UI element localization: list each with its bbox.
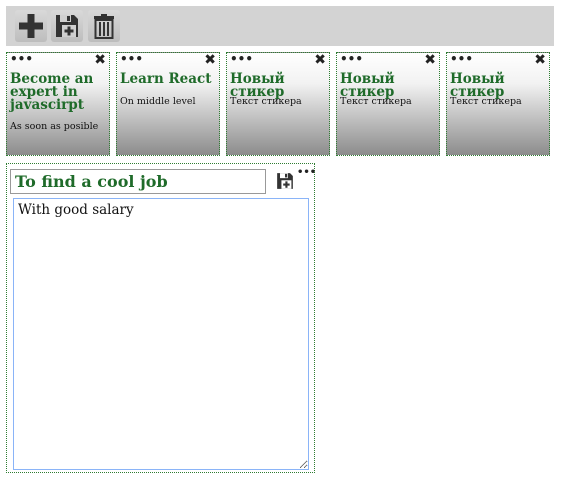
more-icon[interactable]: ••• xyxy=(297,168,316,178)
more-icon[interactable]: ••• xyxy=(10,53,33,65)
close-icon[interactable]: ✖ xyxy=(94,53,106,67)
sticker-text: On middle level xyxy=(120,96,196,107)
sticker-text: As soon as posible xyxy=(10,121,99,132)
more-icon[interactable]: ••• xyxy=(120,53,143,65)
sticker-card[interactable]: ••• ✖ Become an expert in javascirpt As … xyxy=(6,52,110,156)
sticker-text: Текст стикера xyxy=(450,96,522,107)
close-icon[interactable]: ✖ xyxy=(204,53,216,67)
sticker-title: Learn React xyxy=(120,71,212,87)
more-icon[interactable]: ••• xyxy=(450,53,473,65)
save-plus-icon xyxy=(56,15,78,37)
sticker-editor: ••• With good salary xyxy=(6,163,316,473)
sticker-title-input[interactable] xyxy=(10,169,266,194)
save-plus-icon xyxy=(277,173,293,189)
sticker-text-input[interactable]: With good salary xyxy=(13,198,309,470)
sticker-app: ••• ✖ Become an expert in javascirpt As … xyxy=(0,0,561,478)
sticker-card[interactable]: ••• ✖ Новый стикер Текст стикера xyxy=(226,52,330,156)
delete-all-button[interactable] xyxy=(88,10,120,42)
toolbar xyxy=(6,6,554,46)
close-icon[interactable]: ✖ xyxy=(534,53,546,67)
add-sticker-button[interactable] xyxy=(15,10,47,42)
more-icon[interactable]: ••• xyxy=(340,53,363,65)
sticker-card[interactable]: ••• ✖ Новый стикер Текст стикера xyxy=(446,52,550,156)
sticker-card[interactable]: ••• ✖ Learn React On middle level xyxy=(116,52,220,156)
sticker-card[interactable]: ••• ✖ Новый стикер Текст стикера xyxy=(336,52,440,156)
trash-icon xyxy=(94,14,114,39)
sticker-title: Become an expert in javascirpt xyxy=(10,71,94,113)
close-icon[interactable]: ✖ xyxy=(314,53,326,67)
close-icon[interactable]: ✖ xyxy=(424,53,436,67)
save-sticker-button[interactable] xyxy=(275,171,295,191)
plus-icon xyxy=(19,14,43,38)
more-icon[interactable]: ••• xyxy=(230,53,253,65)
sticker-text: Текст стикера xyxy=(340,96,412,107)
sticker-text: Текст стикера xyxy=(230,96,302,107)
save-all-button[interactable] xyxy=(51,10,83,42)
